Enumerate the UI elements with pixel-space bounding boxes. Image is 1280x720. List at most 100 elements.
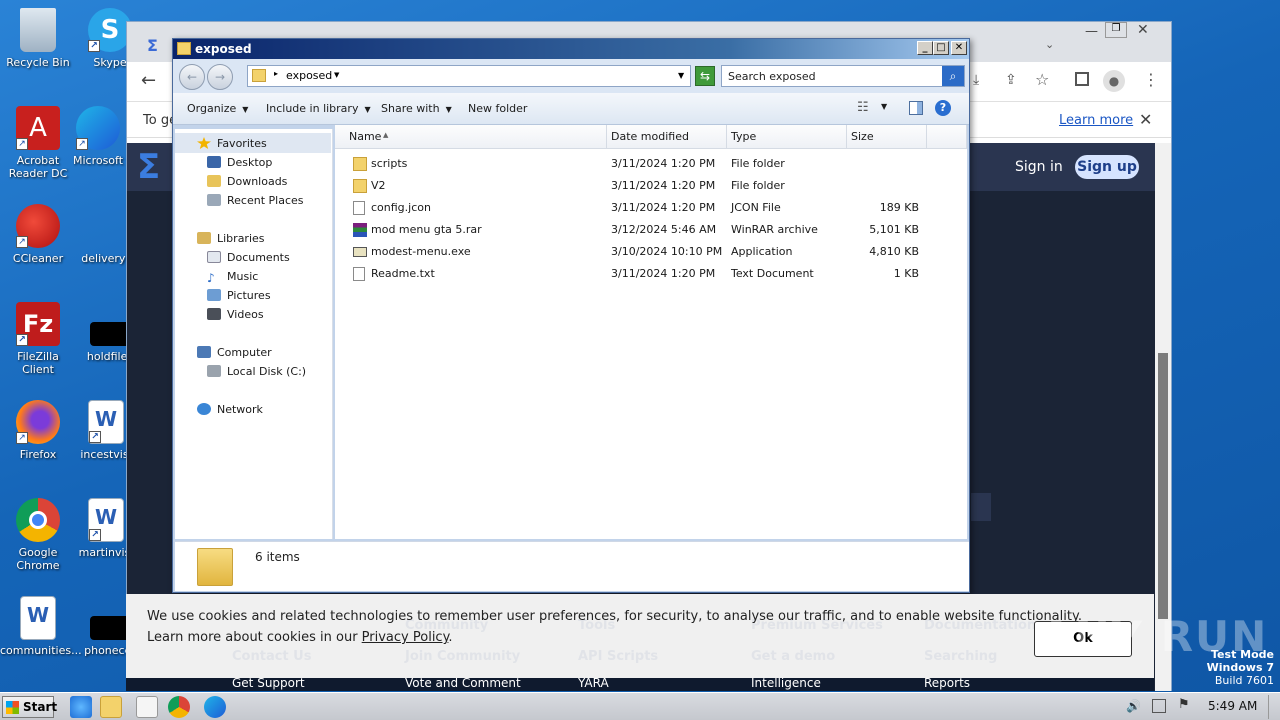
chrome-taskbar-icon[interactable] — [168, 696, 190, 718]
minimize-button[interactable]: _ — [917, 41, 933, 55]
footer-link[interactable]: Contact Us — [232, 649, 311, 664]
desktop-icon-chrome[interactable]: Google Chrome — [0, 498, 76, 572]
file-list: Name ▲ Date modified Type Size scripts 3/… — [335, 125, 967, 539]
view-options-icon[interactable]: ☷ — [857, 100, 869, 115]
infobar-close-icon[interactable]: ✕ — [1139, 110, 1152, 129]
nav-item-computer[interactable]: Computer — [197, 345, 272, 361]
profile-icon[interactable]: ● — [1103, 70, 1125, 92]
share-icon[interactable]: ⇪ — [1005, 72, 1017, 88]
explorer-titlebar[interactable]: exposed _ □ ✕ — [173, 39, 969, 59]
nav-item-videos[interactable]: Videos — [207, 307, 264, 323]
footer-link[interactable]: Intelligence — [751, 678, 821, 690]
view-dropdown-icon[interactable]: ▼ — [881, 102, 887, 111]
internet-explorer-icon[interactable] — [70, 696, 92, 718]
show-desktop-button[interactable] — [1268, 695, 1278, 719]
breadcrumb[interactable]: exposed — [286, 69, 332, 82]
footer-link[interactable]: Vote and Comment — [405, 678, 521, 690]
word-document-icon: W — [20, 596, 56, 640]
media-player-icon[interactable] — [136, 696, 158, 718]
share-with-menu[interactable]: Share with ▼ — [381, 102, 452, 115]
scrollbar[interactable] — [1155, 143, 1171, 691]
preview-pane-icon[interactable] — [909, 101, 923, 115]
search-input[interactable]: Search exposed — [728, 70, 816, 83]
minimize-icon[interactable]: — — [1085, 24, 1098, 39]
maximize-button[interactable]: □ — [933, 41, 949, 55]
network-tray-icon[interactable] — [1152, 699, 1166, 713]
refresh-icon[interactable]: ⇆ — [695, 66, 715, 86]
download-icon[interactable]: ⤓ — [973, 72, 979, 88]
nav-item-music[interactable]: ♪ Music — [207, 269, 258, 285]
close-button[interactable]: ✕ — [951, 41, 967, 55]
sign-up-button[interactable]: Sign up — [1075, 155, 1139, 179]
footer-link[interactable]: Get Support — [232, 678, 305, 690]
breadcrumb-dropdown-icon[interactable]: ▼ — [334, 71, 339, 79]
breadcrumb-chevron-icon[interactable]: ▸ — [274, 69, 278, 78]
footer-link[interactable]: Get a demo — [751, 649, 835, 664]
desktop-icon-filezilla[interactable]: Fz ↗ FileZilla Client — [0, 302, 76, 376]
edge-taskbar-icon[interactable] — [204, 696, 226, 718]
tab-search-chevron-icon[interactable]: ⌄ — [1045, 38, 1054, 51]
footer-link[interactable]: Join Community — [405, 649, 520, 664]
desktop-icon-recycle-bin[interactable]: Recycle Bin — [0, 8, 76, 69]
start-button[interactable]: Start — [2, 696, 57, 718]
nav-item-documents[interactable]: Documents — [207, 250, 290, 266]
side-panel-icon[interactable] — [1075, 72, 1089, 86]
privacy-policy-link[interactable]: Privacy Policy — [362, 630, 449, 645]
nav-item-pictures[interactable]: Pictures — [207, 288, 271, 304]
back-arrow-icon[interactable]: ← — [141, 70, 156, 91]
footer-link[interactable]: API Scripts — [578, 649, 658, 664]
address-dropdown-icon[interactable]: ▼ — [678, 71, 684, 80]
file-row[interactable]: scripts 3/11/2024 1:20 PM File folder — [335, 153, 967, 175]
taskbar: Start 🔊 ⚑ 5:49 AM — [0, 692, 1280, 720]
new-folder-button[interactable]: New folder — [468, 102, 527, 115]
file-date: 3/10/2024 10:10 PM — [611, 245, 723, 258]
file-row[interactable]: config.jcon 3/11/2024 1:20 PM JCON File … — [335, 197, 967, 219]
footer-link[interactable]: Searching — [924, 649, 997, 664]
desktop-icon-label: Firefox — [19, 448, 57, 461]
nav-item-downloads[interactable]: Downloads — [207, 174, 287, 190]
close-icon[interactable]: ✕ — [1137, 22, 1149, 38]
flag-icon[interactable]: ⚑ — [1178, 697, 1190, 712]
back-button[interactable]: ← — [179, 64, 205, 90]
desktop-icon-ccleaner[interactable]: ↗ CCleaner — [0, 204, 76, 265]
desktop-icon-firefox[interactable]: ↗ Firefox — [0, 400, 76, 461]
column-header-type[interactable]: Type — [727, 125, 847, 149]
test-mode-watermark: Test Mode Windows 7 Build 7601 — [1206, 648, 1274, 687]
search-box[interactable]: Search exposed ⌕ — [721, 65, 965, 87]
desktop-icon-communities[interactable]: W communities... — [0, 596, 82, 657]
nav-item-desktop[interactable]: Desktop — [207, 155, 272, 171]
include-in-library-menu[interactable]: Include in library ▼ — [266, 102, 371, 115]
file-row[interactable]: mod menu gta 5.rar 3/12/2024 5:46 AM Win… — [335, 219, 967, 241]
nav-item-network[interactable]: Network — [197, 402, 263, 418]
star-icon[interactable]: ☆ — [1035, 70, 1049, 89]
word-document-icon: W ↗ — [88, 400, 124, 444]
help-icon[interactable]: ? — [935, 100, 951, 116]
nav-item-favorites[interactable]: Favorites — [197, 136, 267, 152]
desktop-icon-microsoft[interactable]: ↗ Microsoft — [60, 106, 136, 167]
cookie-banner: Contact Us Join Community API Scripts Ge… — [126, 594, 1154, 678]
footer-link[interactable]: YARA — [578, 678, 609, 690]
footer-link[interactable]: Reports — [924, 678, 970, 690]
scrollbar-thumb[interactable] — [1158, 353, 1168, 619]
volume-icon[interactable]: 🔊 — [1126, 699, 1141, 713]
file-row[interactable]: V2 3/11/2024 1:20 PM File folder — [335, 175, 967, 197]
search-icon[interactable]: ⌕ — [942, 66, 964, 86]
restore-icon[interactable]: ❐ — [1105, 22, 1127, 38]
file-size: 189 KB — [879, 201, 919, 214]
menu-kebab-icon[interactable]: ⋮ — [1143, 70, 1159, 89]
column-header-date[interactable]: Date modified — [607, 125, 727, 149]
address-bar[interactable]: ▸ exposed ▼ ▼ — [247, 65, 691, 87]
learn-more-link[interactable]: Learn more — [1059, 113, 1133, 128]
explorer-taskbar-icon[interactable] — [100, 696, 122, 718]
column-header-name[interactable]: Name ▲ — [335, 125, 607, 149]
dropdown-arrow-icon: ▼ — [242, 105, 249, 114]
sign-in-link[interactable]: Sign in — [1015, 159, 1063, 175]
organize-menu[interactable]: Organize ▼ — [187, 102, 248, 115]
nav-item-recent-places[interactable]: Recent Places — [207, 193, 304, 209]
nav-item-local-disk[interactable]: Local Disk (C:) — [207, 364, 306, 380]
file-row[interactable]: modest-menu.exe 3/10/2024 10:10 PM Appli… — [335, 241, 967, 263]
column-header-size[interactable]: Size — [847, 125, 927, 149]
forward-button[interactable]: → — [207, 64, 233, 90]
file-row[interactable]: Readme.txt 3/11/2024 1:20 PM Text Docume… — [335, 263, 967, 285]
nav-item-libraries[interactable]: Libraries — [197, 231, 265, 247]
